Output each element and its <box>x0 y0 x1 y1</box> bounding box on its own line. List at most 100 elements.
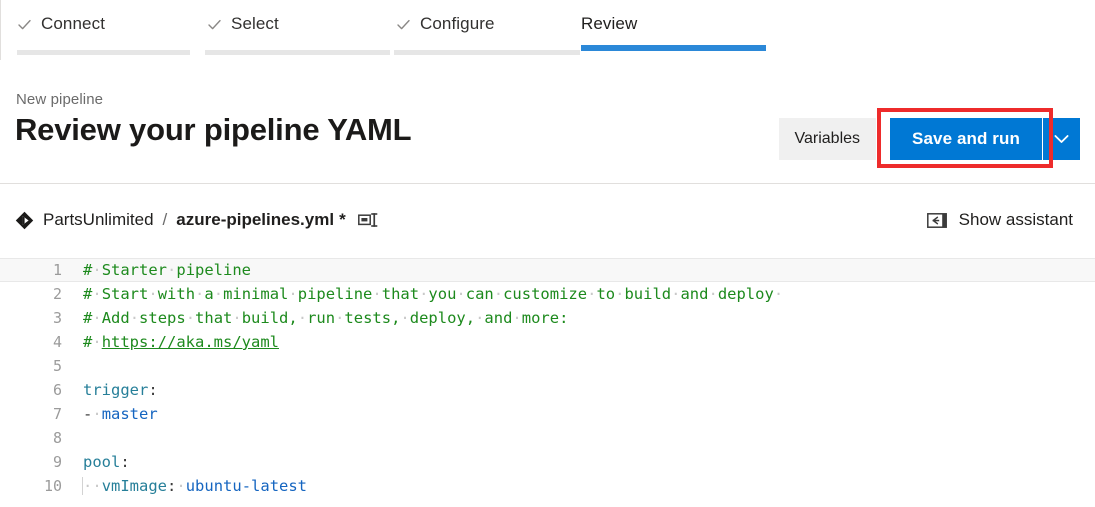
chevron-down-icon <box>1054 132 1069 147</box>
code-token: # <box>83 285 93 303</box>
line-number: 9 <box>52 453 62 471</box>
wizard-tab-connect[interactable]: Connect <box>17 14 105 34</box>
code-token: Start <box>101 285 149 303</box>
code-line-text: ··vmImage:·ubuntu-latest <box>62 477 1095 495</box>
code-token: deploy, <box>409 309 476 327</box>
breadcrumb-separator: / <box>162 210 168 229</box>
code-token: · <box>92 405 102 423</box>
code-token: · <box>512 309 522 327</box>
code-token: with <box>157 285 196 303</box>
code-token: · <box>81 477 93 495</box>
code-token: · <box>232 309 242 327</box>
code-line[interactable]: 4 #·https://aka.ms/yaml <box>0 330 1095 354</box>
show-panel-icon <box>926 212 947 228</box>
check-icon <box>207 17 222 32</box>
page-title: Review your pipeline YAML <box>15 112 412 147</box>
code-token: to <box>596 285 616 303</box>
code-token: · <box>176 477 186 495</box>
file-bar: PartsUnlimited / azure-pipelines.yml * S… <box>0 184 1095 258</box>
line-number: 8 <box>52 429 62 447</box>
azure-repos-icon <box>15 211 34 230</box>
code-line-text: #·Start·with·a·minimal·pipeline·that·you… <box>62 285 1095 303</box>
yaml-editor[interactable]: 1 #·Starter·pipeline 2 #·Start·with·a·minim… <box>0 258 1095 507</box>
code-token: a <box>204 285 214 303</box>
code-token: and <box>680 285 709 303</box>
code-token: https://aka.ms/yaml <box>101 333 279 351</box>
code-line[interactable]: 9 pool: <box>0 450 1095 474</box>
save-and-run-button[interactable]: Save and run <box>890 118 1042 160</box>
code-token: # <box>83 309 93 327</box>
code-token: and <box>484 309 513 327</box>
wizard-tab-configure[interactable]: Configure <box>396 14 495 34</box>
file-name: azure-pipelines.yml <box>176 210 335 229</box>
code-line[interactable]: 1 #·Starter·pipeline <box>0 258 1095 282</box>
code-line-text: pool: <box>62 453 1095 471</box>
line-number: 1 <box>52 261 62 279</box>
code-token: · <box>213 285 224 303</box>
code-line[interactable]: 2 #·Start·with·a·minimal·pipeline·that·yo… <box>0 282 1095 306</box>
code-token: # <box>83 261 93 279</box>
code-token: · <box>92 285 102 303</box>
code-token: · <box>400 309 410 327</box>
page-header: New pipeline Review your pipeline YAML V… <box>0 60 1095 183</box>
code-token: · <box>92 309 102 327</box>
code-token: · <box>419 285 429 303</box>
line-number: 10 <box>43 477 62 495</box>
code-line[interactable]: 8 <box>0 426 1095 450</box>
code-token: # <box>83 333 93 351</box>
line-number: 7 <box>52 405 62 423</box>
code-token: ubuntu-latest <box>185 477 308 495</box>
code-token: you <box>428 285 457 303</box>
file-breadcrumb: PartsUnlimited / azure-pipelines.yml * <box>15 210 378 230</box>
show-assistant-toggle[interactable]: Show assistant <box>926 210 1073 230</box>
check-icon <box>17 17 32 32</box>
code-token: more: <box>521 309 569 327</box>
code-token: · <box>493 285 504 303</box>
code-line-text: trigger: <box>62 381 1095 399</box>
code-line[interactable]: 6 trigger: <box>0 378 1095 402</box>
wizard-tab-label: Select <box>231 14 279 33</box>
wizard-tab-bar-connect <box>17 50 190 55</box>
code-token: : <box>120 453 130 471</box>
code-token: build <box>624 285 672 303</box>
repo-name[interactable]: PartsUnlimited <box>43 210 154 230</box>
code-line-text: -·master <box>62 405 1095 423</box>
line-number: 4 <box>52 333 62 351</box>
line-number: 6 <box>52 381 62 399</box>
code-token: Add <box>101 309 130 327</box>
code-token: · <box>148 285 158 303</box>
rename-icon[interactable] <box>357 212 378 228</box>
code-token: minimal <box>223 285 289 303</box>
code-token: · <box>288 285 298 303</box>
save-and-run-group: Save and run <box>877 108 1080 168</box>
code-token: steps <box>139 309 186 327</box>
code-line[interactable]: 5 <box>0 354 1095 378</box>
wizard-tab-select[interactable]: Select <box>207 14 279 34</box>
code-token: : <box>167 477 177 495</box>
code-token: customize <box>503 285 588 303</box>
code-line[interactable]: 7 -·master <box>0 402 1095 426</box>
code-token: : <box>148 381 158 399</box>
wizard-tab-label: Review <box>581 14 638 33</box>
variables-button[interactable]: Variables <box>778 118 877 160</box>
code-token: pool <box>83 453 121 471</box>
pipeline-wizard-tabs: Connect Select Configure Review <box>0 0 1095 60</box>
code-token: can <box>465 285 494 303</box>
code-token: · <box>92 477 102 495</box>
code-line[interactable]: 3 #·Add·steps·that·build,·run·tests,·depl… <box>0 306 1095 330</box>
code-token: · <box>129 309 140 327</box>
code-token: run <box>307 309 336 327</box>
line-number: 5 <box>52 357 62 375</box>
code-token: · <box>92 261 102 279</box>
code-line-text: #·Starter·pipeline <box>62 261 1095 279</box>
code-token: trigger <box>83 381 149 399</box>
line-number: 3 <box>52 309 62 327</box>
code-token: · <box>92 333 102 351</box>
code-token: · <box>335 309 345 327</box>
line-number: 2 <box>52 285 62 303</box>
wizard-tab-review[interactable]: Review <box>581 14 637 34</box>
code-line[interactable]: 10 ··vmImage:·ubuntu-latest <box>0 474 1095 498</box>
save-and-run-dropdown-button[interactable] <box>1042 118 1080 160</box>
code-token: that <box>195 309 233 327</box>
code-lines: 1 #·Starter·pipeline 2 #·Start·with·a·minim… <box>0 258 1095 498</box>
